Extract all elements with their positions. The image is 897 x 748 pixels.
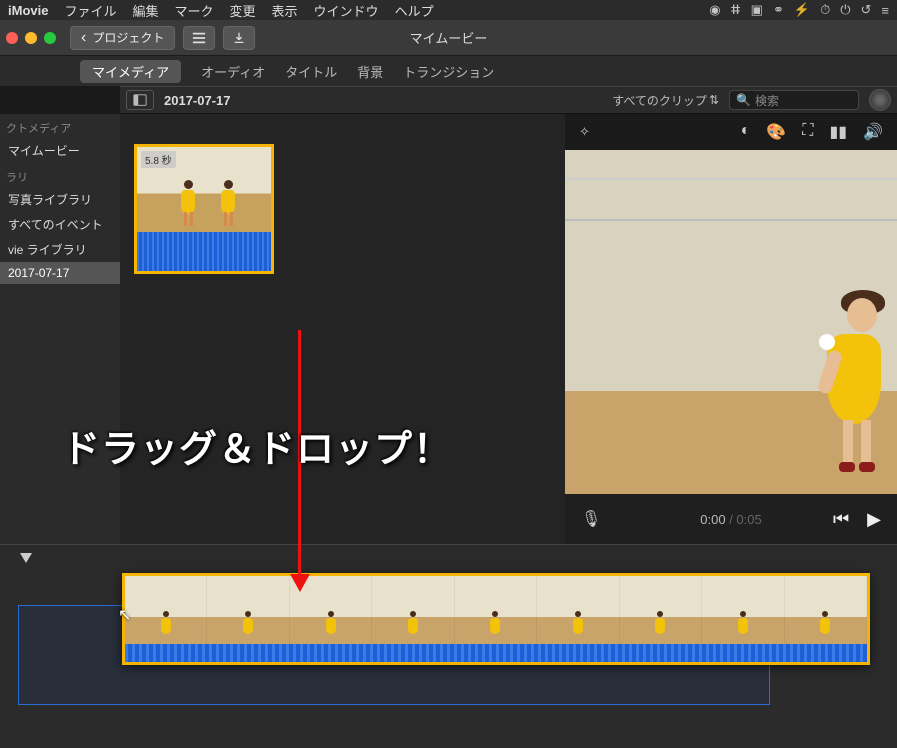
- import-button[interactable]: [223, 26, 255, 50]
- menubar-app-name[interactable]: iMovie: [8, 3, 48, 18]
- dropdown-label: すべてのクリップ: [612, 92, 707, 109]
- media-tabs: マイメディア オーディオ タイトル 背景 トランジション: [0, 56, 897, 86]
- dancer-icon: [215, 178, 241, 228]
- tab-audio[interactable]: オーディオ: [201, 62, 265, 81]
- mouse-cursor-icon: ↖: [118, 605, 131, 625]
- clip-video-preview: 5.8 秒: [137, 147, 271, 232]
- timeline-clip-frames: [125, 576, 867, 644]
- sidebar-head-project-media: クトメディア: [0, 114, 120, 138]
- color-correction-icon[interactable]: 🎨: [766, 122, 786, 142]
- dancer-preview-icon: [821, 268, 891, 478]
- tab-backgrounds[interactable]: 背景: [357, 62, 383, 81]
- frame-dancer-icon: [241, 610, 255, 640]
- status-icon[interactable]: ◉: [709, 2, 720, 18]
- browser-filter-bar: 2017-07-17 すべてのクリップ ⇅ 🔍 検索: [120, 86, 897, 114]
- frame-dancer-icon: [736, 610, 750, 640]
- color-balance-icon[interactable]: ◐: [741, 122, 751, 142]
- download-icon: [232, 31, 246, 45]
- window-title: マイムービー: [410, 28, 488, 47]
- zoom-icon[interactable]: [44, 32, 56, 44]
- tab-transitions[interactable]: トランジション: [403, 62, 494, 81]
- timeline-clip[interactable]: 5.8 秒: [122, 573, 870, 665]
- clip-duration-badge: 5.8 秒: [141, 151, 176, 168]
- frame-dancer-icon: [324, 610, 338, 640]
- main-area: クトメディア マイムービー ラリ 写真ライブラリ すべてのイベント vie ライ…: [0, 114, 897, 544]
- video-viewer[interactable]: [565, 150, 897, 494]
- sidebar-icon: [133, 93, 147, 107]
- search-placeholder: 検索: [755, 92, 779, 109]
- time-current: 0:00: [700, 512, 725, 527]
- library-list-button[interactable]: [183, 26, 215, 50]
- menu-window[interactable]: ウインドウ: [314, 1, 379, 20]
- frame-dancer-icon: [571, 610, 585, 640]
- play-button[interactable]: ▶: [867, 509, 881, 530]
- menubar-status-icons: ◉ ⵌ ▣ ⚭ ⚡ ⏱ ⏻ ↺ ≡: [709, 2, 889, 18]
- sidebar-item-my-movie[interactable]: マイムービー: [0, 138, 120, 163]
- crop-icon[interactable]: ⛶: [802, 122, 813, 142]
- menu-file[interactable]: ファイル: [64, 1, 116, 20]
- frame-dancer-icon: [406, 610, 420, 640]
- search-icon: 🔍: [736, 93, 751, 107]
- prev-frame-button[interactable]: ⏮: [833, 509, 849, 530]
- timeline-clip-waveform: [125, 644, 867, 662]
- status-icon[interactable]: ⏱: [820, 2, 830, 18]
- minimize-icon[interactable]: [25, 32, 37, 44]
- playback-controls-row: 🎙 0:00 / 0:05 ⏮ ▶: [565, 494, 897, 544]
- chevron-updown-icon: ⇅: [709, 93, 719, 107]
- macos-menubar: iMovie ファイル 編集 マーク 変更 表示 ウインドウ ヘルプ ◉ ⵌ ▣…: [0, 0, 897, 20]
- clip-audio-waveform: [137, 232, 271, 274]
- close-icon[interactable]: [6, 32, 18, 44]
- list-icon: [192, 31, 206, 45]
- status-icon[interactable]: ⚡: [794, 2, 810, 18]
- playback-time: 0:00 / 0:05: [700, 512, 761, 527]
- menu-edit[interactable]: 編集: [132, 1, 158, 20]
- frame-dancer-icon: [818, 610, 832, 640]
- annotation-arrow-head: [290, 574, 310, 592]
- settings-gear-button[interactable]: [869, 89, 891, 111]
- enhance-icon[interactable]: ✧: [579, 124, 590, 140]
- preview-pane: ✧ ◐ 🎨 ⛶ ▮▮ 🔊 🎙 0:00 /: [565, 114, 897, 544]
- frame-dancer-icon: [159, 610, 173, 640]
- status-icon[interactable]: ↺: [861, 2, 872, 18]
- sidebar-item-imovie-lib[interactable]: vie ライブラリ: [0, 237, 120, 262]
- window-traffic-lights: [6, 32, 56, 44]
- annotation-text: ドラッグ＆ドロップ！: [62, 418, 452, 473]
- sidebar-head-library: ラリ: [0, 163, 120, 187]
- media-browser: 5.8 秒: [120, 114, 565, 544]
- app-toolbar: プロジェクト マイムービー: [0, 20, 897, 56]
- library-sidebar: クトメディア マイムービー ラリ 写真ライブラリ すべてのイベント vie ライ…: [0, 114, 120, 544]
- status-icon[interactable]: ⚭: [773, 2, 784, 18]
- tab-my-media[interactable]: マイメディア: [80, 60, 181, 83]
- clip-filter-dropdown[interactable]: すべてのクリップ ⇅: [612, 92, 719, 109]
- stabilization-icon[interactable]: ▮▮: [829, 122, 847, 142]
- status-icon[interactable]: ≡: [881, 3, 889, 18]
- sidebar-item-photos[interactable]: 写真ライブラリ: [0, 187, 120, 212]
- voiceover-mic-button[interactable]: 🎙: [581, 509, 601, 529]
- toggle-sidebar-button[interactable]: [126, 90, 154, 110]
- volume-icon[interactable]: 🔊: [863, 122, 883, 142]
- playhead-marker[interactable]: [20, 553, 32, 563]
- frame-dancer-icon: [653, 610, 667, 640]
- time-total: 0:05: [736, 512, 761, 527]
- status-icon[interactable]: ⏻: [840, 2, 850, 18]
- sidebar-item-all-events[interactable]: すべてのイベント: [0, 212, 120, 237]
- status-icon[interactable]: ▣: [751, 2, 763, 18]
- sidebar-item-event-date[interactable]: 2017-07-17: [0, 262, 120, 284]
- clip-thumbnail[interactable]: 5.8 秒: [134, 144, 274, 274]
- menu-modify[interactable]: 変更: [230, 1, 256, 20]
- timeline[interactable]: 5.8 秒 ↖: [0, 544, 897, 748]
- tab-titles[interactable]: タイトル: [285, 62, 337, 81]
- menu-mark[interactable]: マーク: [175, 1, 214, 20]
- frame-dancer-icon: [488, 610, 502, 640]
- back-to-projects-button[interactable]: プロジェクト: [70, 26, 175, 50]
- dancer-icon: [175, 178, 201, 228]
- event-date[interactable]: 2017-07-17: [164, 93, 231, 108]
- search-input[interactable]: 🔍 検索: [729, 90, 859, 110]
- preview-toolbar: ✧ ◐ 🎨 ⛶ ▮▮ 🔊: [565, 114, 897, 150]
- menu-help[interactable]: ヘルプ: [395, 1, 434, 20]
- back-button-label: プロジェクト: [92, 29, 164, 46]
- status-icon[interactable]: ⵌ: [731, 2, 741, 18]
- menu-view[interactable]: 表示: [272, 1, 298, 20]
